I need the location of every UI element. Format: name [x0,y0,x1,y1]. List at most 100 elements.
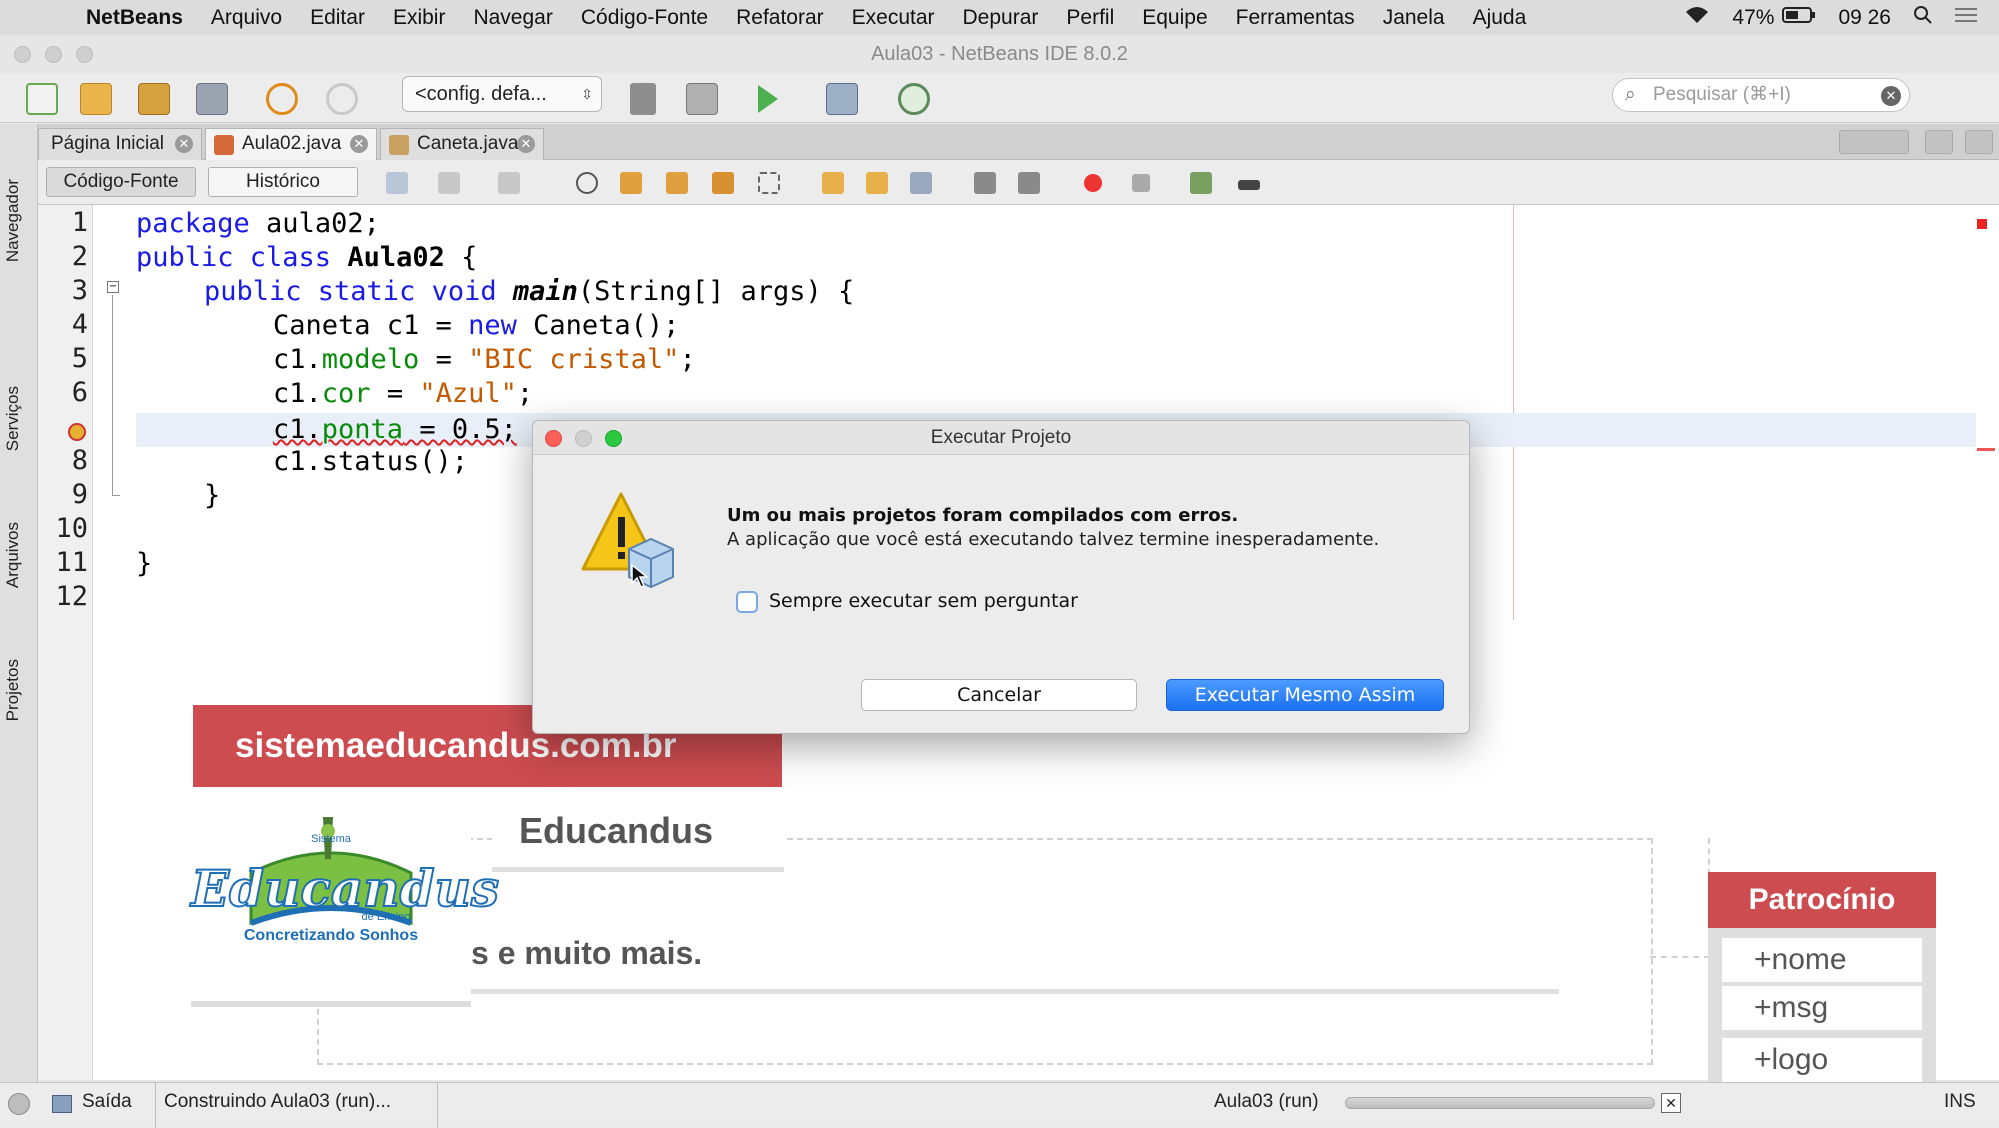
left-side-panel-strip: Navegador Serviços Arquivos Projetos [0,124,38,1084]
always-run-label[interactable]: Sempre executar sem perguntar [769,590,1078,612]
close-tab-icon[interactable]: ✕ [517,135,535,153]
close-window-button[interactable] [14,46,31,63]
shift-left-icon[interactable] [974,172,996,194]
build-status-text: Construindo Aula03 (run)... [164,1091,392,1112]
battery-icon[interactable] [1782,6,1816,30]
overlay-tagline: s e muito mais. [471,912,1559,994]
new-file-icon[interactable] [26,83,58,115]
menu-refatorar[interactable]: Refatorar [736,6,824,30]
close-tab-icon[interactable]: ✕ [175,135,193,153]
menu-executar[interactable]: Executar [852,6,935,30]
search-input[interactable]: ⌕ Pesquisar (⌘+I) ✕ [1612,78,1910,112]
menu-ajuda[interactable]: Ajuda [1473,6,1527,30]
find-next-icon[interactable] [666,172,688,194]
side-tab-projetos[interactable]: Projetos [3,659,23,721]
code-string: "BIC cristal" [468,344,680,375]
tab-scroll-arrows[interactable] [1839,130,1909,154]
cancel-button[interactable]: Cancelar [861,679,1137,711]
close-tab-icon[interactable]: ✕ [350,135,368,153]
error-stripe-marker[interactable] [1977,219,1987,229]
error-lightbulb-icon[interactable] [68,423,86,441]
last-edit-icon[interactable] [386,172,408,194]
clock[interactable]: 09 26 [1838,6,1891,30]
next-bookmark-icon[interactable] [866,172,888,194]
code-string: "Azul" [419,378,517,409]
find-icon[interactable] [576,172,598,194]
menu-navegar[interactable]: Navegar [473,6,552,30]
wifi-icon[interactable] [1684,5,1710,31]
output-window-icon[interactable] [52,1095,72,1113]
clean-build-icon[interactable] [686,83,718,115]
save-all-icon[interactable] [196,83,228,115]
toggle-highlight-icon[interactable] [712,172,734,194]
menu-depurar[interactable]: Depurar [963,6,1039,30]
profile-project-icon[interactable] [898,83,930,115]
tab-caneta-java[interactable]: Caneta.java ✕ [380,128,544,160]
debug-project-icon[interactable] [826,83,858,115]
side-tab-navegador[interactable]: Navegador [3,179,23,262]
configuration-select[interactable]: <config. defa... ⇳ [402,76,602,112]
code-text: = 0.5; [403,414,517,445]
notification-center-icon[interactable] [1955,6,1977,30]
menu-codigo-fonte[interactable]: Código-Fonte [581,6,708,30]
status-bar: Saída Construindo Aula03 (run)... Aula03… [0,1082,1999,1128]
tab-aula02-java[interactable]: Aula02.java ✕ [205,128,377,160]
code-text: ; [516,378,534,409]
maximize-window-icon[interactable] [1965,130,1993,154]
output-tab[interactable]: Saída [82,1091,132,1113]
shift-right-icon[interactable] [1018,172,1040,194]
menu-ferramentas[interactable]: Ferramentas [1236,6,1355,30]
close-dialog-button[interactable] [545,430,562,447]
build-hammer-icon[interactable] [630,83,656,115]
minimize-window-button[interactable] [45,46,62,63]
redo-icon[interactable] [326,83,358,115]
new-project-icon[interactable] [80,83,112,115]
search-icon: ⌕ [1625,84,1636,105]
minimize-output-icon[interactable] [8,1093,30,1115]
stop-macro-recording-icon[interactable] [1132,174,1150,192]
menu-equipe[interactable]: Equipe [1142,6,1207,30]
menu-editar[interactable]: Editar [310,6,365,30]
tab-pagina-inicial[interactable]: Página Inicial ✕ [38,128,202,160]
error-stripe-line[interactable] [1977,448,1995,451]
always-run-checkbox[interactable] [736,591,758,613]
run-project-dialog: Executar Projeto Um ou mais projetos for… [532,420,1470,734]
side-tab-arquivos[interactable]: Arquivos [3,522,23,588]
code-text: ; [679,344,696,375]
run-task-label[interactable]: Aula03 (run) [1214,1091,1319,1113]
fold-collapse-icon[interactable]: − [107,281,119,293]
tab-list-dropdown-icon[interactable] [1925,130,1953,154]
menu-arquivo[interactable]: Arquivo [211,6,282,30]
zoom-dialog-button[interactable] [605,430,622,447]
run-anyway-button[interactable]: Executar Mesmo Assim [1166,679,1444,711]
chevron-updown-icon: ⇳ [581,86,593,102]
toggle-rect-selection-icon[interactable] [758,172,780,194]
undo-icon[interactable] [266,83,298,115]
forward-icon[interactable] [498,172,520,194]
menu-app-netbeans[interactable]: NetBeans [86,6,183,30]
cancel-task-icon[interactable]: ✕ [1661,1093,1681,1113]
zoom-window-button[interactable] [76,46,93,63]
back-icon[interactable] [438,172,460,194]
window-title: Aula03 - NetBeans IDE 8.0.2 [871,43,1128,65]
open-project-icon[interactable] [138,83,170,115]
menu-perfil[interactable]: Perfil [1066,6,1114,30]
clear-search-icon[interactable]: ✕ [1881,86,1901,106]
uncomment-icon[interactable] [1238,180,1260,190]
window-titlebar: Aula03 - NetBeans IDE 8.0.2 [0,35,1999,73]
start-macro-recording-icon[interactable] [1084,174,1102,192]
code-keyword: new [468,310,517,341]
toggle-bookmark-icon[interactable] [910,172,932,194]
history-view-button[interactable]: Histórico [208,167,358,197]
side-tab-servicos[interactable]: Serviços [3,386,23,451]
code-line-8: c1.status(); [273,445,468,479]
find-previous-icon[interactable] [620,172,642,194]
run-project-icon[interactable] [758,85,778,113]
comment-icon[interactable] [1190,172,1212,194]
menu-exibir[interactable]: Exibir [393,6,446,30]
source-view-button[interactable]: Código-Fonte [46,167,196,197]
menu-janela[interactable]: Janela [1383,6,1445,30]
code-text: = [370,378,420,409]
previous-bookmark-icon[interactable] [822,172,844,194]
spotlight-search-icon[interactable] [1913,5,1933,31]
